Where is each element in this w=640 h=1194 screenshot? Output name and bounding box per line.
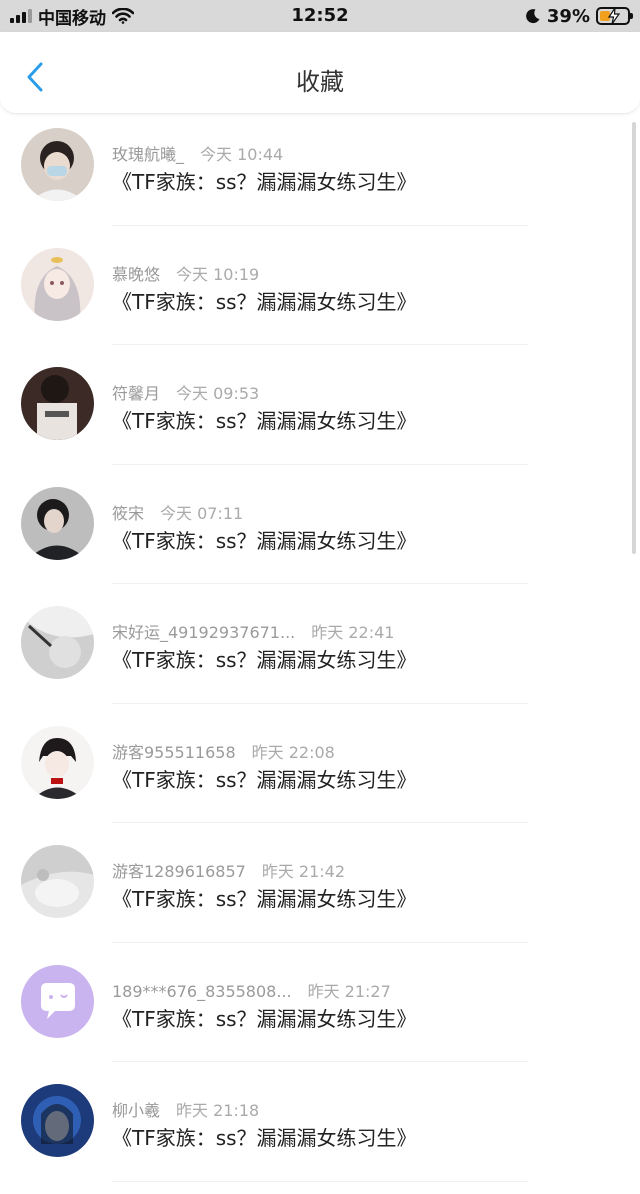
avatar[interactable]: [21, 128, 94, 201]
avatar[interactable]: [21, 964, 94, 1038]
page-title: 收藏: [296, 68, 344, 96]
favorite-meta: 189***676_8355808... 昨天 21:27: [112, 978, 391, 1002]
timestamp: 今天 10:19: [176, 264, 260, 284]
divider: [112, 1061, 528, 1062]
favorite-title: 《TF家族：ss？漏漏漏女练习生》: [112, 1006, 417, 1031]
avatar[interactable]: [21, 486, 94, 560]
charging-bolt-icon: [607, 7, 621, 25]
scrollbar[interactable]: [632, 122, 636, 554]
divider: [112, 1180, 528, 1182]
favorite-meta: 玫瑰航曦_ 今天 10:44: [112, 141, 283, 165]
favorite-item[interactable]: 宋好运_49192937671... 昨天 22:41 《TF家族：ss？漏漏漏女…: [0, 596, 640, 716]
battery-percent: 39%: [546, 5, 590, 27]
divider: [112, 941, 528, 943]
divider: [112, 702, 528, 704]
username: 189***676_8355808...: [112, 981, 292, 1001]
timestamp: 昨天 21:27: [307, 981, 391, 1001]
favorite-meta: 宋好运_49192937671... 昨天 22:41: [112, 619, 394, 643]
timestamp: 今天 09:53: [176, 384, 260, 403]
favorite-meta: 符馨月 今天 09:53: [112, 380, 259, 404]
favorite-title: 《TF家族：ss？漏漏漏女练习生》: [112, 1126, 417, 1150]
timestamp: 今天 10:44: [200, 145, 284, 164]
favorite-meta: 柳小羲 昨天 21:18: [112, 1097, 259, 1121]
username: 筱宋: [112, 503, 145, 523]
timestamp: 昨天 21:18: [176, 1101, 260, 1120]
avatar[interactable]: [21, 367, 94, 440]
favorite-meta: 慕晚悠 今天 10:19: [112, 261, 259, 285]
favorite-meta: 筱宋 今天 07:11: [112, 500, 243, 524]
favorite-title: 《TF家族：ss？漏漏漏女练习生》: [112, 767, 417, 792]
nav-bar: 收藏: [0, 32, 640, 114]
timestamp: 昨天 22:08: [251, 742, 335, 762]
timestamp: 昨天 21:42: [261, 862, 346, 881]
favorite-item[interactable]: 慕晚悠 今天 10:19 《TF家族：ss？漏漏漏女练习生》: [0, 238, 640, 358]
username: 玫瑰航曦_: [112, 145, 185, 164]
username: 宋好运_49192937671...: [112, 623, 296, 642]
favorite-item[interactable]: 柳小羲 昨天 21:18 《TF家族：ss？漏漏漏女练习生》: [0, 1074, 640, 1194]
divider: [112, 463, 528, 465]
avatar[interactable]: [21, 845, 94, 918]
avatar[interactable]: [21, 606, 94, 679]
avatar[interactable]: [21, 247, 94, 321]
divider: [112, 344, 528, 345]
avatar[interactable]: [21, 725, 94, 799]
favorite-title: 《TF家族：ss？漏漏漏女练习生》: [112, 170, 417, 194]
favorites-list: 玫瑰航曦_ 今天 10:44 《TF家族：ss？漏漏漏女练习生》 慕晚悠 今天 10…: [0, 118, 640, 1194]
favorite-item[interactable]: 符馨月 今天 09:53 《TF家族：ss？漏漏漏女练习生》: [0, 357, 640, 477]
username: 符馨月: [112, 384, 161, 403]
username: 游客955511658: [112, 742, 236, 762]
status-bar: 中国移动 12:52 39%: [0, 0, 640, 32]
favorite-title: 《TF家族：ss？漏漏漏女练习生》: [112, 887, 417, 911]
divider: [112, 224, 528, 226]
favorite-item[interactable]: 游客955511658 昨天 22:08 《TF家族：ss？漏漏漏女练习生》: [0, 716, 640, 836]
timestamp: 今天 07:11: [160, 503, 244, 523]
battery-icon: [596, 7, 633, 25]
favorite-title: 《TF家族：ss？漏漏漏女练习生》: [112, 409, 417, 433]
timestamp: 昨天 22:41: [311, 623, 395, 642]
favorite-title: 《TF家族：ss？漏漏漏女练习生》: [112, 648, 417, 672]
favorite-meta: 游客1289616857 昨天 21:42: [112, 858, 345, 882]
username: 游客1289616857: [112, 862, 246, 881]
favorite-title: 《TF家族：ss？漏漏漏女练习生》: [112, 289, 417, 314]
favorite-item[interactable]: 玫瑰航曦_ 今天 10:44 《TF家族：ss？漏漏漏女练习生》: [0, 118, 640, 238]
favorite-title: 《TF家族：ss？漏漏漏女练习生》: [112, 528, 417, 553]
divider: [112, 583, 528, 584]
username: 慕晚悠: [112, 264, 161, 284]
favorite-item[interactable]: 189***676_8355808... 昨天 21:27 《TF家族：ss？漏漏…: [0, 955, 640, 1075]
username: 柳小羲: [112, 1101, 161, 1120]
avatar[interactable]: [21, 1084, 94, 1157]
divider: [112, 822, 528, 823]
do-not-disturb-moon-icon: [526, 9, 540, 24]
favorite-meta: 游客955511658 昨天 22:08: [112, 739, 335, 763]
favorite-item[interactable]: 筱宋 今天 07:11 《TF家族：ss？漏漏漏女练习生》: [0, 477, 640, 597]
favorite-item[interactable]: 游客1289616857 昨天 21:42 《TF家族：ss？漏漏漏女练习生》: [0, 835, 640, 955]
